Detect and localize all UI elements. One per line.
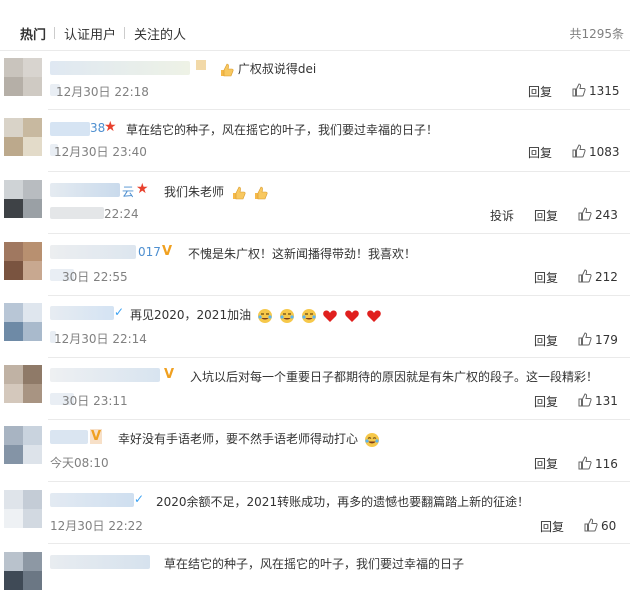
avatar[interactable] — [4, 552, 42, 590]
reply-button[interactable]: 回复 — [534, 455, 558, 472]
thumbs-up-emoji — [254, 186, 268, 199]
comment-text: 草在结它的种子，风在摇它的叶子，我们要过幸福的日子！ — [126, 123, 439, 137]
thumbs-up-emoji — [221, 63, 234, 76]
tab-hot[interactable]: 热门 — [20, 24, 46, 43]
tab-verified-users[interactable]: 认证用户 — [64, 24, 116, 43]
username-blurred[interactable] — [50, 61, 190, 75]
reply-button[interactable]: 回复 — [534, 269, 558, 286]
like-count: 1315 — [589, 84, 620, 98]
comment-text: 草在结它的种子，风在摇它的叶子，我们要过幸福的日子 — [164, 557, 465, 571]
vip-badge-icon: V — [164, 367, 175, 382]
avatar[interactable] — [4, 490, 42, 528]
tab-separator — [124, 27, 125, 39]
thumbs-up-icon — [578, 332, 592, 346]
crying-laughing-emoji — [257, 308, 272, 323]
comment-text: 我们朱老师 — [164, 183, 268, 201]
thumbs-up-icon — [578, 207, 592, 221]
vip-badge-icon: V — [162, 244, 173, 259]
comment-time: 今天08:10 — [50, 456, 109, 470]
username-tail[interactable]: 017 — [138, 245, 161, 259]
comment-time: 12月30日 22:18 — [56, 85, 149, 99]
tab-following[interactable]: 关注的人 — [134, 24, 186, 43]
like-count: 212 — [595, 270, 618, 284]
like-count: 179 — [595, 333, 618, 347]
star-badge-icon: ★ — [104, 119, 117, 135]
comment-tabs: 热门 认证用户 关注的人 共1295条 — [0, 0, 630, 60]
verified-badge-icon: ✓ — [134, 492, 145, 506]
username-blurred[interactable] — [50, 183, 120, 197]
comment-item: 广权叔说得dei 12月30日 22:18 回复 1315 — [0, 52, 630, 110]
tab-separator — [54, 27, 55, 39]
comment-item: V 入坑以后对每一个重要日子都期待的原因就是有朱广权的段子。这一段精彩！ 30日… — [0, 358, 630, 420]
comment-text: 再见2020，2021加油 — [130, 306, 382, 324]
reply-button[interactable]: 回复 — [528, 144, 552, 161]
like-count: 243 — [595, 208, 618, 222]
verified-badge-icon: ✓ — [114, 305, 125, 319]
heart-emoji — [367, 309, 381, 322]
tabs-divider — [0, 50, 630, 51]
avatar[interactable] — [4, 180, 42, 218]
comment-time: 22:24 — [104, 207, 139, 221]
username-blurred[interactable] — [50, 368, 160, 382]
reply-button[interactable]: 回复 — [540, 518, 564, 535]
username-blurred[interactable] — [50, 122, 90, 136]
comment-item: ✓ 再见2020，2021加油 12月30日 22:14 回复 179 — [0, 296, 630, 358]
username-blurred[interactable] — [50, 306, 114, 320]
thumbs-up-icon — [572, 83, 586, 97]
report-button[interactable]: 投诉 — [490, 207, 514, 224]
heart-emoji — [345, 309, 360, 322]
like-count: 60 — [601, 519, 617, 533]
like-count: 131 — [595, 394, 618, 408]
badge-icon — [196, 60, 206, 70]
heart-emoji — [323, 309, 338, 322]
comment-item: ✓ 2020余额不足，2021转账成功，再多的遗憾也要翻篇踏上新的征途！ 12月… — [0, 482, 630, 544]
comment-item: 017 V 不愧是朱广权！这新闻播得带劲！我喜欢！ 30日 22:55 回复 2… — [0, 234, 630, 296]
crying-laughing-emoji — [301, 308, 316, 323]
comment-time: 12月30日 22:22 — [50, 519, 143, 533]
thumbs-up-icon — [578, 456, 592, 470]
avatar[interactable] — [4, 365, 42, 403]
comment-text: 幸好没有手语老师，要不然手语老师得动打心 — [118, 430, 380, 448]
comment-text: 广权叔说得dei — [216, 60, 316, 78]
thumbs-up-icon — [578, 269, 592, 283]
avatar[interactable] — [4, 118, 42, 156]
comment-item: 草在结它的种子，风在摇它的叶子，我们要过幸福的日子 — [0, 544, 630, 590]
username-blurred[interactable] — [50, 555, 150, 569]
star-badge-icon: ★ — [136, 181, 149, 197]
crying-laughing-emoji — [279, 308, 294, 323]
like-count: 116 — [595, 457, 618, 471]
reply-button[interactable]: 回复 — [534, 332, 558, 349]
like-count: 1083 — [589, 145, 620, 159]
reply-button[interactable]: 回复 — [534, 207, 558, 224]
username-blurred[interactable] — [50, 245, 136, 259]
comment-time: 30日 23:11 — [62, 394, 128, 408]
avatar[interactable] — [4, 303, 42, 341]
username-blurred[interactable] — [50, 430, 88, 444]
comment-text: 不愧是朱广权！这新闻播得带劲！我喜欢！ — [188, 247, 417, 261]
username-blurred[interactable] — [50, 493, 134, 507]
comment-item: 38 ★ 草在结它的种子，风在摇它的叶子，我们要过幸福的日子！ 12月30日 2… — [0, 110, 630, 172]
vip-badge-icon: V — [90, 429, 103, 444]
comment-item: 云 ★ 我们朱老师 22:24 投诉 回复 243 — [0, 172, 630, 234]
avatar[interactable] — [4, 426, 42, 464]
reply-button[interactable]: 回复 — [528, 83, 552, 100]
thumbs-up-icon — [584, 518, 598, 532]
comment-text: 入坑以后对每一个重要日子都期待的原因就是有朱广权的段子。这一段精彩！ — [190, 370, 599, 384]
comment-time: 30日 22:55 — [62, 270, 128, 284]
comment-total-count: 共1295条 — [569, 27, 624, 41]
comment-time: 12月30日 22:14 — [54, 332, 147, 346]
comment-item: V 幸好没有手语老师，要不然手语老师得动打心 今天08:10 回复 116 — [0, 420, 630, 482]
username-tail[interactable]: 38 — [90, 121, 105, 135]
avatar[interactable] — [4, 58, 42, 96]
comment-text: 2020余额不足，2021转账成功，再多的遗憾也要翻篇踏上新的征途！ — [156, 495, 530, 509]
comment-time: 12月30日 23:40 — [54, 145, 147, 159]
avatar[interactable] — [4, 242, 42, 280]
username-tail[interactable]: 云 — [122, 183, 134, 200]
thumbs-up-icon — [572, 144, 586, 158]
reply-button[interactable]: 回复 — [534, 393, 558, 410]
crying-laughing-emoji — [364, 432, 379, 447]
thumbs-up-icon — [578, 393, 592, 407]
thumbs-up-emoji — [232, 186, 246, 199]
